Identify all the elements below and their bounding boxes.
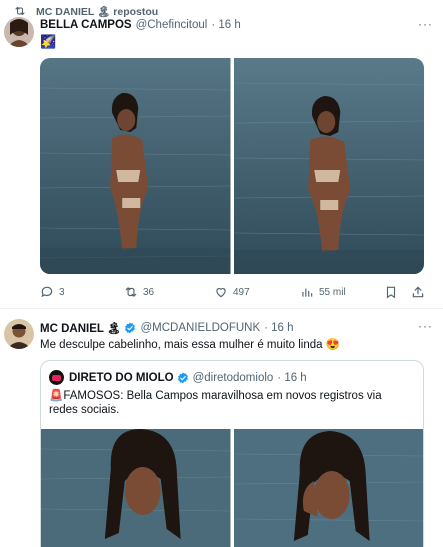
like-count: 497 xyxy=(233,286,250,298)
author-name[interactable]: MC DANIEL 🏝 xyxy=(40,321,121,335)
views-button[interactable]: 55 mil xyxy=(300,285,346,299)
share-button[interactable] xyxy=(411,285,425,299)
media-grid xyxy=(40,58,424,274)
post-header: MC DANIEL 🏝 @MCDANIELDOFUNK · 16 h xyxy=(40,321,294,335)
bookmark-button[interactable] xyxy=(384,285,398,299)
photo[interactable] xyxy=(233,429,423,547)
photo[interactable] xyxy=(40,58,231,274)
analytics-icon xyxy=(302,288,313,297)
post-body: Me desculpe cabelinho, mais essa mulher … xyxy=(40,339,341,351)
avatar xyxy=(49,370,64,385)
more-icon[interactable]: ··· xyxy=(418,17,433,31)
author-handle[interactable]: @MCDANIELDOFUNK xyxy=(140,322,260,334)
repost-indicator: MC DANIEL 🏝 repostou xyxy=(14,4,158,18)
more-icon[interactable]: ··· xyxy=(418,319,433,333)
post-time[interactable]: · 16 h xyxy=(264,322,293,334)
media-grid xyxy=(41,429,423,547)
reply-button[interactable]: 3 xyxy=(40,285,65,299)
divider xyxy=(0,308,443,309)
quote-author-handle: @diretodomiolo xyxy=(192,371,274,384)
repost-icon xyxy=(15,6,25,16)
bookmark-icon xyxy=(386,286,396,299)
verified-icon xyxy=(177,372,188,383)
quote-time: · 16 h xyxy=(277,371,307,384)
author-name[interactable]: BELLA CAMPOS xyxy=(40,19,132,31)
post-time[interactable]: · 16 h xyxy=(211,19,240,31)
verified-icon xyxy=(125,322,136,334)
photo[interactable] xyxy=(41,429,231,547)
photo[interactable] xyxy=(233,58,424,274)
repost-button[interactable]: 36 xyxy=(124,285,154,299)
repost-icon xyxy=(125,287,137,297)
action-bar: 3 36 497 55 mil xyxy=(40,284,425,300)
repost-count: 36 xyxy=(143,286,155,298)
post-body: 🌠 xyxy=(40,34,57,49)
quote-body: 🚨FAMOSOS: Bella Campos maravilhosa em no… xyxy=(49,390,382,416)
heart-icon xyxy=(216,288,226,298)
post-header: BELLA CAMPOS @Chefincitoul · 16 h xyxy=(40,19,241,31)
quote-header: DIRETO DO MIOLO @diretodomiolo · 16 h xyxy=(49,370,307,385)
like-button[interactable]: 497 xyxy=(214,285,250,299)
reply-icon xyxy=(41,286,53,298)
views-count: 55 mil xyxy=(319,286,346,298)
share-icon xyxy=(412,286,424,298)
repost-text: MC DANIEL 🏝 repostou xyxy=(36,5,159,18)
author-handle[interactable]: @Chefincitoul xyxy=(136,19,208,31)
avatar[interactable] xyxy=(4,319,34,349)
quote-card[interactable]: DIRETO DO MIOLO @diretodomiolo · 16 h 🚨F… xyxy=(40,360,424,547)
quote-author-name: DIRETO DO MIOLO xyxy=(69,371,174,384)
avatar[interactable] xyxy=(4,17,34,47)
reply-count: 3 xyxy=(59,286,65,298)
